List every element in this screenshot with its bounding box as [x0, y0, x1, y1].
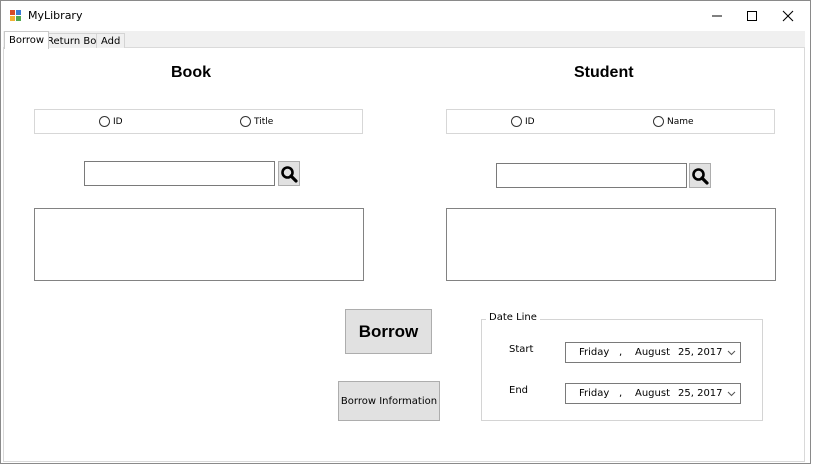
start-label: Start	[509, 344, 534, 355]
title-bar[interactable]: MyLibrary	[1, 1, 810, 31]
maximize-icon	[747, 11, 757, 21]
chevron-down-icon	[727, 391, 736, 397]
student-radio-id[interactable]: ID	[511, 116, 535, 127]
student-search-input[interactable]	[496, 163, 687, 188]
radio-circle-icon	[99, 116, 110, 127]
student-title: Student	[574, 64, 634, 81]
close-button[interactable]	[771, 1, 805, 31]
radio-circle-icon	[240, 116, 251, 127]
close-icon	[782, 10, 794, 22]
end-sep: ,	[619, 388, 623, 399]
start-day-year: 25, 2017	[678, 347, 723, 358]
student-radio-name-label: Name	[667, 116, 694, 127]
student-radio-panel: ID Name	[446, 109, 775, 134]
maximize-button[interactable]	[735, 1, 769, 31]
book-radio-title[interactable]: Title	[240, 116, 273, 127]
minimize-icon	[712, 15, 722, 17]
main-window: MyLibrary Borrow Return Book Add Book ID…	[0, 0, 811, 464]
tab-borrow[interactable]: Borrow	[4, 31, 50, 49]
book-results-list[interactable]	[34, 208, 364, 281]
start-weekday: Friday	[579, 347, 610, 358]
radio-circle-icon	[653, 116, 664, 127]
student-search-button[interactable]	[689, 163, 711, 188]
book-search-button[interactable]	[278, 161, 300, 186]
borrow-button[interactable]: Borrow	[345, 309, 432, 354]
start-date-picker[interactable]: Friday , August 25, 2017	[565, 342, 741, 363]
date-line-group: Date Line Start Friday , August 25, 2017…	[481, 312, 763, 421]
search-icon	[281, 165, 298, 183]
book-radio-id[interactable]: ID	[99, 116, 123, 127]
student-radio-name[interactable]: Name	[653, 116, 694, 127]
end-month: August	[635, 388, 670, 399]
book-radio-panel: ID Title	[34, 109, 363, 134]
window-title: MyLibrary	[28, 9, 83, 22]
tab-strip: Borrow Return Book Add	[3, 31, 805, 49]
end-day-year: 25, 2017	[678, 388, 723, 399]
radio-circle-icon	[511, 116, 522, 127]
end-date-picker[interactable]: Friday , August 25, 2017	[565, 383, 741, 404]
tab-add[interactable]: Add	[96, 33, 126, 48]
start-sep: ,	[619, 347, 623, 358]
book-radio-id-label: ID	[113, 116, 123, 127]
borrow-tab-page: Book ID Title Student ID Name Borrow Bor…	[3, 48, 805, 462]
end-weekday: Friday	[579, 388, 610, 399]
book-radio-title-label: Title	[254, 116, 274, 127]
start-month: August	[635, 347, 670, 358]
borrow-information-button[interactable]: Borrow Information	[338, 381, 440, 421]
book-search-input[interactable]	[84, 161, 275, 186]
book-title: Book	[171, 64, 211, 81]
minimize-button[interactable]	[700, 1, 734, 31]
student-radio-id-label: ID	[525, 116, 535, 127]
student-results-list[interactable]	[446, 208, 776, 281]
date-line-legend: Date Line	[486, 312, 540, 323]
search-icon	[692, 167, 709, 185]
end-label: End	[509, 385, 529, 396]
app-icon	[10, 10, 22, 22]
chevron-down-icon	[727, 350, 736, 356]
